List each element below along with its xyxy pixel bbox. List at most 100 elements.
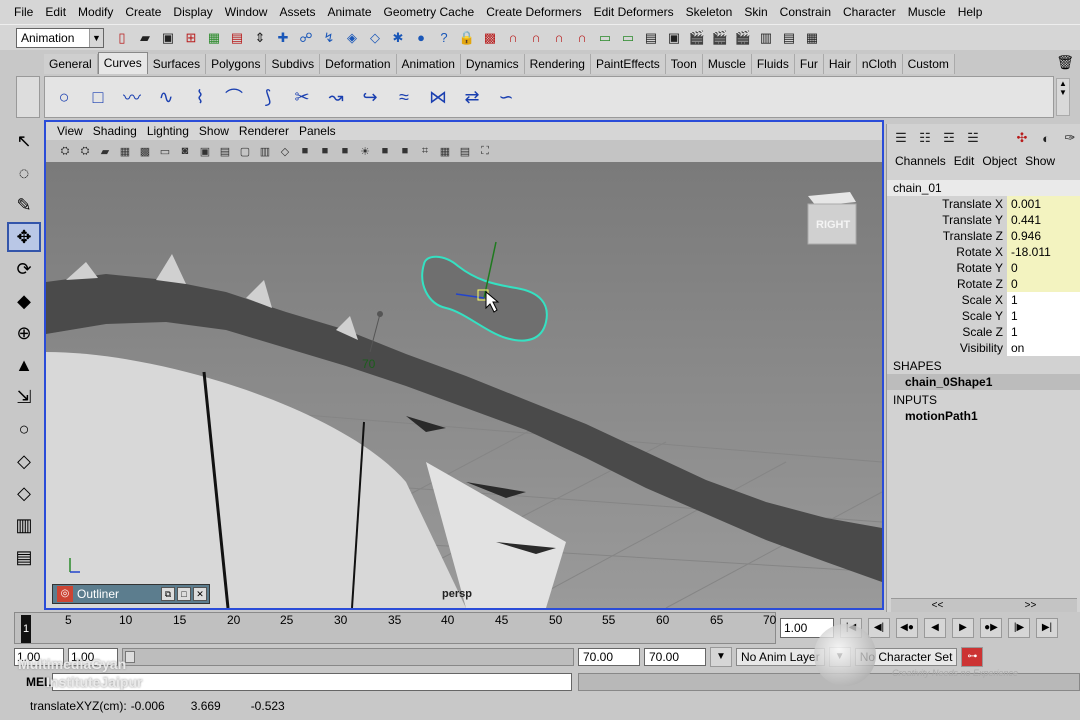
menu-constrain[interactable]: Constrain xyxy=(774,0,837,24)
menu-character[interactable]: Character xyxy=(837,0,902,24)
playback-end-field[interactable]: 70.00 xyxy=(578,648,640,666)
shelf-tab-surfaces[interactable]: Surfaces xyxy=(147,54,207,74)
hardware-render-icon[interactable]: ■ xyxy=(396,142,414,160)
safe-title-icon[interactable]: ▥ xyxy=(256,142,274,160)
render-settings-icon[interactable]: ▤ xyxy=(641,28,661,48)
open-scene-icon[interactable]: ▰ xyxy=(135,28,155,48)
nurbs-circle-icon[interactable]: ○ xyxy=(49,82,79,112)
channel-menu-channels[interactable]: Channels xyxy=(891,154,950,168)
camera-attributes-icon[interactable]: ⛭ xyxy=(76,142,94,160)
viewport-menu-show[interactable]: Show xyxy=(194,124,234,138)
attr-value[interactable]: -18.011 xyxy=(1007,244,1080,260)
attr-value[interactable]: 1 xyxy=(1007,292,1080,308)
current-frame-marker[interactable]: 1 xyxy=(21,615,31,643)
render-view-icon[interactable]: ▣ xyxy=(664,28,684,48)
layer-editor-icon[interactable]: ☱ xyxy=(963,128,983,148)
auto-key-icon[interactable]: ⊶ xyxy=(961,647,984,667)
new-scene-icon[interactable]: ▯ xyxy=(112,28,132,48)
rotate-tool-icon[interactable]: ⟳ xyxy=(7,254,41,284)
render-frame-icon[interactable]: ▭ xyxy=(618,28,638,48)
channel-box-icon[interactable]: ☰ xyxy=(891,128,911,148)
magnet-2-icon[interactable]: ∩ xyxy=(526,28,546,48)
resolution-gate-icon[interactable]: ◙ xyxy=(176,142,194,160)
attribute-list-icon[interactable]: ☷ xyxy=(915,128,935,148)
attr-translate-x[interactable]: Translate X 0.001 xyxy=(887,196,1080,212)
outliner-window[interactable]: ◎ Outliner ⧉ □ ✕ xyxy=(52,584,210,604)
isolate-select-icon[interactable]: ⌗ xyxy=(416,142,434,160)
select-component-icon[interactable]: ▤ xyxy=(227,28,247,48)
gate-mask-icon[interactable]: ▣ xyxy=(196,142,214,160)
pencil-curve-icon[interactable]: ⌇ xyxy=(185,82,215,112)
xray-icon[interactable]: ▦ xyxy=(436,142,454,160)
xray-joints-icon[interactable]: ▤ xyxy=(456,142,474,160)
chevron-down-icon[interactable]: ▼ xyxy=(710,647,732,667)
viewport-scene[interactable]: 70 RIGHT xyxy=(46,162,882,608)
four-view-layout-icon[interactable]: ◇ xyxy=(7,478,41,508)
detach-curves-icon[interactable]: ✂ xyxy=(287,82,317,112)
snap-curve-icon[interactable]: ☍ xyxy=(296,28,316,48)
menu-animate[interactable]: Animate xyxy=(321,0,377,24)
shelf-tab-hair[interactable]: Hair xyxy=(823,54,857,74)
menu-skin[interactable]: Skin xyxy=(738,0,773,24)
viewport-menu-renderer[interactable]: Renderer xyxy=(234,124,294,138)
attr-rotate-z[interactable]: Rotate Z 0 xyxy=(887,276,1080,292)
grid-icon[interactable]: ▩ xyxy=(136,142,154,160)
attr-rotate-y[interactable]: Rotate Y 0 xyxy=(887,260,1080,276)
time-slider[interactable]: 1 5 10 15 20 25 30 35 40 45 50 55 60 65 … xyxy=(14,612,776,644)
lasso-tool-icon[interactable]: ◌ xyxy=(7,158,41,188)
move-tool-icon[interactable]: ✥ xyxy=(7,222,41,252)
extend-curve-icon[interactable]: ↪ xyxy=(355,82,385,112)
shelf-tab-painteffects[interactable]: PaintEffects xyxy=(590,54,666,74)
shelf-tab-rendering[interactable]: Rendering xyxy=(524,54,591,74)
attr-scale-x[interactable]: Scale X 1 xyxy=(887,292,1080,308)
insert-knot-icon[interactable]: ↝ xyxy=(321,82,351,112)
go-to-end-icon[interactable]: ▶| xyxy=(1036,618,1058,638)
attr-value[interactable]: 1 xyxy=(1007,324,1080,340)
shelf-scrollbar[interactable]: ▲ ▼ xyxy=(1056,78,1070,116)
step-forward-icon[interactable]: |▶ xyxy=(1008,618,1030,638)
shelf-tab-ncloth[interactable]: nCloth xyxy=(856,54,903,74)
render-region-icon[interactable]: ▭ xyxy=(595,28,615,48)
viewport-menu-shading[interactable]: Shading xyxy=(88,124,142,138)
attr-value[interactable]: 0.441 xyxy=(1007,212,1080,228)
step-back-key-icon[interactable]: ◀● xyxy=(896,618,918,638)
smooth-shade-icon[interactable]: ■ xyxy=(296,142,314,160)
menu-create-deformers[interactable]: Create Deformers xyxy=(480,0,587,24)
shelf-tab-custom[interactable]: Custom xyxy=(902,54,955,74)
attach-curves-icon[interactable]: ⟆ xyxy=(253,82,283,112)
lock-icon[interactable]: 🔒 xyxy=(457,28,477,48)
clapper-3-icon[interactable]: 🎬 xyxy=(733,28,753,48)
play-forward-icon[interactable]: ▶ xyxy=(952,618,974,638)
field-chart-icon[interactable]: ▤ xyxy=(216,142,234,160)
magnet-1-icon[interactable]: ∩ xyxy=(503,28,523,48)
range-slider[interactable] xyxy=(122,648,574,666)
select-object-icon[interactable]: ▦ xyxy=(204,28,224,48)
step-back-icon[interactable]: ◀| xyxy=(868,618,890,638)
snap-plane-icon[interactable]: ◈ xyxy=(342,28,362,48)
selected-object-name[interactable]: chain_01 xyxy=(887,180,1080,196)
maximize-icon[interactable]: □ xyxy=(177,587,191,601)
scale-tool-icon[interactable]: ◆ xyxy=(7,286,41,316)
attr-translate-y[interactable]: Translate Y 0.441 xyxy=(887,212,1080,228)
step-forward-key-icon[interactable]: ●▶ xyxy=(980,618,1002,638)
viewport-menu-lighting[interactable]: Lighting xyxy=(142,124,194,138)
menu-help[interactable]: Help xyxy=(952,0,989,24)
film-gate-icon[interactable]: ▭ xyxy=(156,142,174,160)
menu-skeleton[interactable]: Skeleton xyxy=(680,0,739,24)
backface-culling-icon[interactable]: ⛶ xyxy=(476,142,494,160)
camera-select-icon[interactable]: ⛭ xyxy=(56,142,74,160)
input-ops-icon[interactable]: ▩ xyxy=(480,28,500,48)
select-tool-icon[interactable]: ↖ xyxy=(7,126,41,156)
scroll-right-button[interactable]: >> xyxy=(1025,599,1037,612)
shelf-tab-deformation[interactable]: Deformation xyxy=(320,54,397,74)
soft-mod-tool-icon[interactable]: ▲ xyxy=(7,350,41,380)
menu-set-selector[interactable]: Animation ▼ xyxy=(16,27,104,48)
shadows-icon[interactable]: ■ xyxy=(376,142,394,160)
shelf-tab-dynamics[interactable]: Dynamics xyxy=(460,54,525,74)
cv-curve-icon[interactable]: 〰 xyxy=(117,82,147,112)
play-backward-icon[interactable]: ◀ xyxy=(924,618,946,638)
lights-icon[interactable]: ☀ xyxy=(356,142,374,160)
sphere-shade-icon[interactable]: ◐ xyxy=(1036,128,1056,148)
shelf-tab-general[interactable]: General xyxy=(44,54,98,74)
attr-rotate-x[interactable]: Rotate X -18.011 xyxy=(887,244,1080,260)
